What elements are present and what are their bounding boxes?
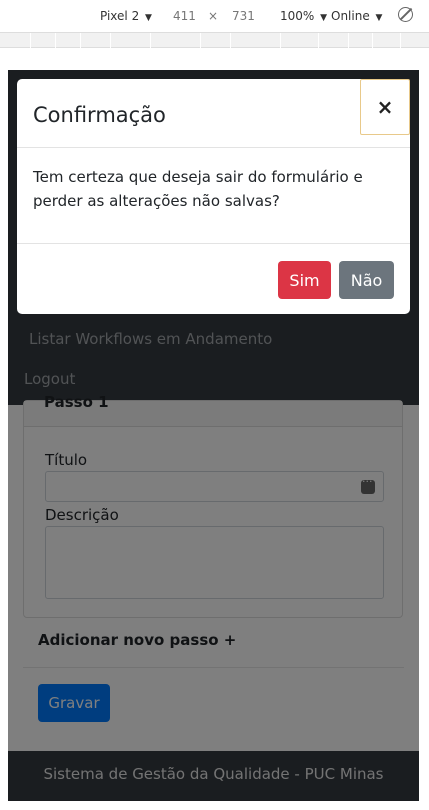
network-select[interactable]: Online ▼ (331, 9, 382, 23)
modal-footer-divider (17, 243, 410, 244)
ruler-gap (0, 48, 429, 70)
zoom-value: 100% (280, 9, 315, 23)
dimension-separator: × (208, 9, 219, 23)
close-icon: × (376, 95, 394, 119)
chevron-down-icon: ▼ (375, 13, 383, 23)
modal-message: Tem certeza que deseja sair do formulári… (33, 168, 363, 210)
close-button[interactable]: × (360, 79, 410, 135)
media-query-ruler (0, 32, 429, 49)
chevron-down-icon: ▼ (145, 13, 152, 23)
device-name: Pixel 2 (100, 9, 140, 23)
zoom-select[interactable]: 100% ▼ (280, 9, 327, 23)
devtools-device-toolbar: Pixel 2 ▼ 411 × 731 100% ▼ Online ▼ (0, 0, 429, 32)
confirm-modal: Confirmação × Tem certeza que deseja sai… (17, 79, 410, 314)
network-value: Online (331, 9, 370, 23)
device-height[interactable]: 731 (232, 9, 255, 23)
rotate-icon[interactable] (398, 7, 413, 22)
confirm-no-button[interactable]: Não (339, 261, 394, 299)
modal-title: Confirmação (33, 103, 166, 127)
device-width[interactable]: 411 (173, 9, 196, 23)
chevron-down-icon: ▼ (320, 13, 328, 23)
device-select[interactable]: Pixel 2 ▼ (100, 9, 152, 23)
confirm-yes-button[interactable]: Sim (278, 261, 331, 299)
modal-header-divider (17, 147, 410, 148)
